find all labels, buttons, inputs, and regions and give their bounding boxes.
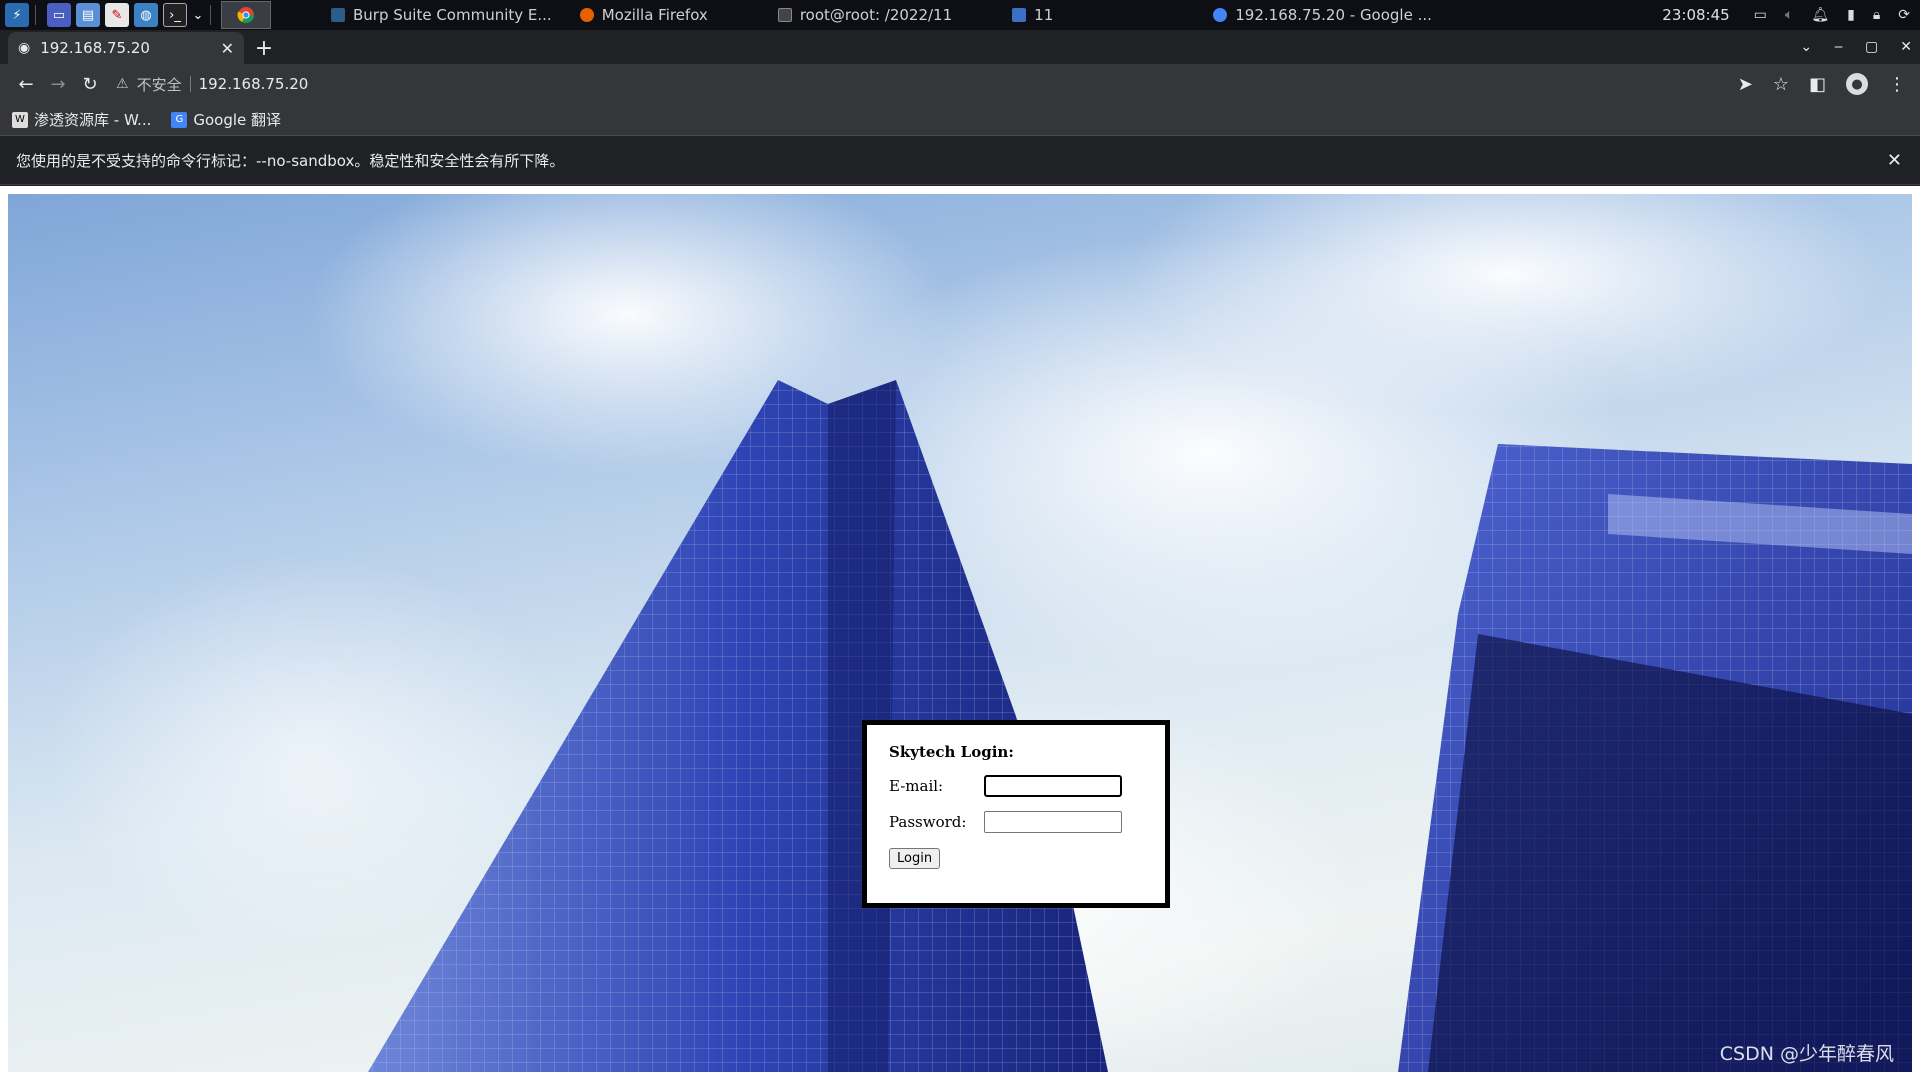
bookmark-item[interactable]: W 渗透资源库 - W...	[12, 109, 151, 130]
infobar-message: 您使用的是不受支持的命令行标记：--no-sandbox。稳定性和安全性会有所下…	[16, 152, 565, 170]
taskbar-window-label: Mozilla Firefox	[601, 6, 708, 24]
back-button[interactable]: ←	[10, 68, 42, 100]
kebab-menu-icon[interactable]: ⋮	[1888, 74, 1906, 95]
window-controls: ⌄ ‒ ▢ ✕	[1800, 30, 1912, 64]
password-row: Password:	[889, 811, 1143, 833]
csdn-watermark: CSDN @少年醉春风	[1719, 1043, 1894, 1065]
maximize-icon[interactable]: ▢	[1865, 39, 1878, 55]
folder-icon	[1012, 8, 1027, 22]
password-input[interactable]	[984, 811, 1122, 833]
tab-search-icon[interactable]: ⌄	[1800, 39, 1812, 55]
toolbar-actions: ➤ ☆ ◧ ● ⋮	[1738, 73, 1910, 95]
taskbar-window-label: 11	[1034, 6, 1054, 24]
browser-icon[interactable]: ◍	[134, 3, 158, 27]
bookmark-label: Google 翻译	[193, 111, 282, 129]
insecure-label[interactable]: 不安全	[137, 74, 182, 95]
google-translate-icon: G	[171, 111, 188, 128]
close-icon[interactable]: ✕	[1887, 150, 1902, 171]
window-close-icon[interactable]: ✕	[1900, 39, 1912, 55]
warning-triangle-icon[interactable]: ⚠	[116, 76, 129, 92]
terminal-icon	[777, 8, 792, 22]
text-editor-icon[interactable]: ✎	[105, 3, 129, 27]
taskbar-window-chrome[interactable]: 192.168.75.20 - Google ...	[1213, 6, 1432, 24]
chrome-icon	[237, 7, 255, 24]
file-manager-icon[interactable]: ▤	[76, 3, 100, 27]
kali-menu-icon[interactable]: ⚡	[5, 3, 29, 27]
taskbar: ⚡ ▭ ▤ ✎ ◍ ›_ ⌄ Burp Suite Community E...…	[0, 0, 1920, 30]
bookmarks-bar: W 渗透资源库 - W... G Google 翻译	[0, 104, 1920, 136]
plus-icon: +	[254, 35, 274, 61]
notification-bell-icon[interactable]: 🔔︎	[1811, 7, 1829, 23]
battery-icon[interactable]: ▮	[1847, 7, 1855, 23]
close-icon[interactable]: ✕	[221, 39, 234, 58]
address-bar[interactable]: ⚠ 不安全 192.168.75.20	[116, 68, 1738, 100]
new-tab-button[interactable]: +	[248, 32, 280, 64]
arrow-left-icon: ←	[18, 73, 34, 95]
login-form: Skytech Login: E-mail: Password: Login	[862, 720, 1170, 908]
email-input[interactable]	[984, 775, 1122, 797]
reload-button[interactable]: ↻	[74, 68, 106, 100]
terminal-launcher-icon[interactable]: ›_	[163, 3, 187, 27]
chrome-icon	[1213, 8, 1228, 22]
taskbar-launchers: ⚡ ▭ ▤ ✎ ◍ ›_ ⌄	[0, 0, 271, 30]
tab-title: 192.168.75.20	[40, 39, 150, 57]
desktop-icon[interactable]: ▭	[47, 3, 71, 27]
browser-tab-strip: ◉ 192.168.75.20 ✕ + ⌄ ‒ ▢ ✕	[0, 30, 1920, 64]
firefox-icon	[579, 8, 594, 22]
url-text[interactable]: 192.168.75.20	[199, 75, 309, 93]
omnibox-divider	[189, 76, 191, 92]
password-label: Password:	[889, 813, 967, 831]
side-panel-icon[interactable]: ◧	[1809, 74, 1826, 95]
browser-toolbar: ← → ↻ ⚠ 不安全 192.168.75.20 ➤ ☆ ◧ ● ⋮	[0, 64, 1920, 104]
volume-icon[interactable]: 🔈︎	[1785, 7, 1793, 23]
send-tab-icon[interactable]: ➤	[1738, 74, 1753, 95]
profile-avatar-icon[interactable]: ●	[1846, 73, 1868, 95]
display-icon[interactable]: ▭	[1754, 7, 1767, 23]
wiki-favicon-icon: W	[12, 111, 28, 128]
background-image-skyscrapers: Skytech Login: E-mail: Password: Login C…	[8, 194, 1912, 1072]
taskbar-separator	[210, 5, 211, 25]
bookmark-label: 渗透资源库 - W...	[34, 111, 152, 129]
system-tray: 23:08:45 ▭ 🔈︎ 🔔︎ ▮ 🔒︎ ⟳	[1662, 0, 1920, 30]
taskbar-window-burp[interactable]: Burp Suite Community E...	[331, 6, 552, 24]
lock-icon[interactable]: 🔒︎	[1873, 7, 1880, 23]
tab-active[interactable]: ◉ 192.168.75.20 ✕	[8, 32, 244, 64]
sandbox-warning-infobar: 您使用的是不受支持的命令行标记：--no-sandbox。稳定性和安全性会有所下…	[0, 137, 1920, 185]
taskbar-window-terminal[interactable]: root@root: /2022/11	[777, 6, 953, 24]
arrow-right-icon: →	[50, 73, 66, 95]
chrome-launcher-icon[interactable]	[221, 1, 271, 29]
chevron-down-icon[interactable]: ⌄	[192, 3, 204, 27]
bookmark-star-icon[interactable]: ☆	[1773, 74, 1789, 95]
reload-icon: ↻	[82, 73, 98, 95]
taskbar-window-label: 192.168.75.20 - Google ...	[1235, 6, 1432, 24]
taskbar-window-firefox[interactable]: Mozilla Firefox	[579, 6, 708, 24]
taskbar-separator	[35, 5, 36, 25]
clock[interactable]: 23:08:45	[1662, 6, 1729, 24]
bookmark-item[interactable]: G Google 翻译	[171, 109, 281, 130]
login-title: Skytech Login:	[889, 743, 1014, 761]
skyscraper-illustration	[48, 194, 1912, 1072]
email-row: E-mail:	[889, 775, 1143, 797]
minimize-icon[interactable]: ‒	[1834, 39, 1843, 55]
taskbar-window-folder[interactable]: 11	[1012, 6, 1053, 24]
email-label: E-mail:	[889, 777, 944, 795]
taskbar-window-label: root@root: /2022/11	[799, 6, 953, 24]
taskbar-window-label: Burp Suite Community E...	[353, 6, 552, 24]
taskbar-window-list: Burp Suite Community E... Mozilla Firefo…	[331, 0, 1460, 30]
page-viewport: Skytech Login: E-mail: Password: Login C…	[0, 186, 1920, 1080]
forward-button[interactable]: →	[42, 68, 74, 100]
burp-icon	[331, 8, 345, 22]
globe-icon: ◉	[18, 40, 31, 56]
power-icon[interactable]: ⟳	[1898, 7, 1910, 23]
login-button[interactable]: Login	[889, 848, 941, 869]
